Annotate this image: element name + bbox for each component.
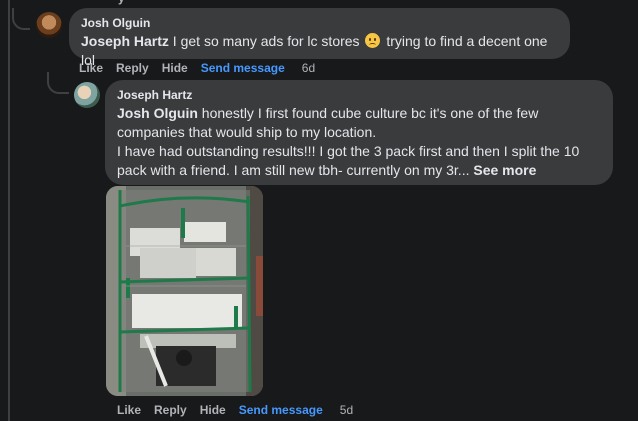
comment-text: Josh Olguin honestly I first found cube …	[117, 104, 601, 180]
comment-bubble: Josh Olguin Joseph Hartz I get so many a…	[69, 8, 570, 68]
mention-link[interactable]: Josh Olguin	[117, 105, 198, 121]
comment-timestamp[interactable]: 5d	[340, 403, 353, 417]
send-message-button[interactable]: Send message	[201, 61, 285, 75]
reply-button[interactable]: Reply	[154, 403, 187, 417]
reply-actions: Like Reply Hide Send message 5d	[117, 403, 353, 417]
like-button[interactable]: Like	[79, 61, 103, 75]
send-message-button[interactable]: Send message	[239, 403, 323, 417]
hide-button[interactable]: Hide	[200, 403, 226, 417]
reply-bubble: Joseph Hartz Josh Olguin honestly I firs…	[105, 80, 613, 185]
comment-author[interactable]: Josh Olguin	[81, 16, 558, 31]
comment-text-part: I get so many ads for lc stores	[168, 33, 364, 49]
confused-face-emoji-icon	[365, 33, 381, 48]
like-button[interactable]: Like	[117, 403, 141, 417]
truncated-reply-link[interactable]: y	[118, 0, 125, 5]
see-more-link[interactable]: See more	[473, 162, 536, 178]
reply-button[interactable]: Reply	[116, 61, 149, 75]
avatar-josh-olguin[interactable]	[36, 12, 62, 38]
comment-actions: Like Reply Hide Send message 6d	[79, 61, 315, 75]
comment-thread: y Josh Olguin Joseph Hartz I get so many…	[0, 0, 638, 421]
thread-connector	[12, 8, 30, 30]
reply-connector	[47, 72, 69, 94]
comment-timestamp[interactable]: 6d	[302, 61, 315, 75]
comment-author[interactable]: Joseph Hartz	[117, 88, 601, 103]
photo-image	[106, 186, 263, 396]
thread-line	[8, 0, 10, 421]
avatar-joseph-hartz[interactable]	[74, 82, 100, 108]
hide-button[interactable]: Hide	[162, 61, 188, 75]
grow-tent-photo[interactable]	[106, 186, 263, 396]
mention-link[interactable]: Joseph Hartz	[81, 33, 169, 49]
